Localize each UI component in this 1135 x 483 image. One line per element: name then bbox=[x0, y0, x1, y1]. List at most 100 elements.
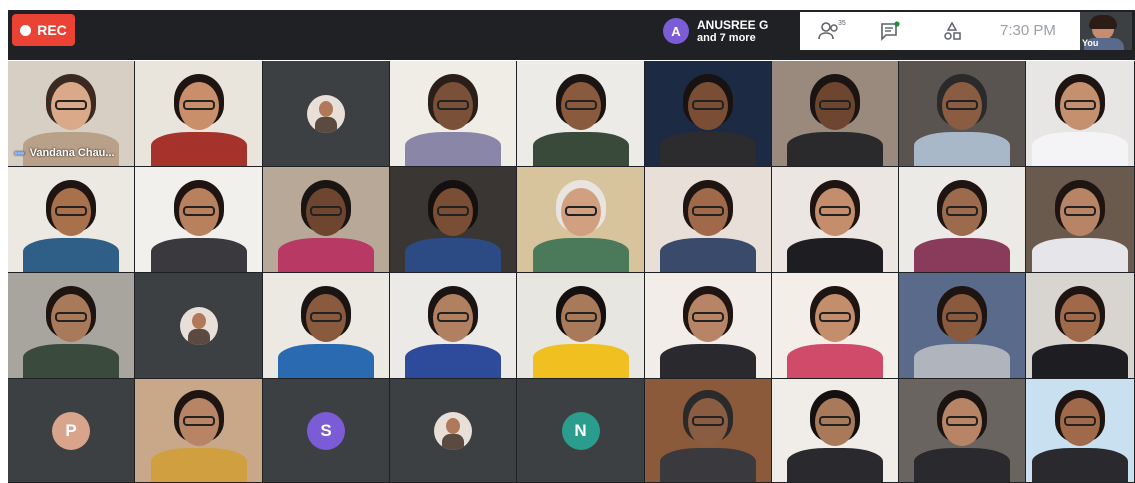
participant-body bbox=[150, 238, 247, 272]
participant-tile[interactable] bbox=[899, 379, 1025, 482]
speaker-more: and 7 more bbox=[697, 31, 756, 44]
participant-body bbox=[787, 448, 883, 482]
glasses-icon bbox=[182, 416, 215, 426]
glasses-icon bbox=[437, 100, 469, 110]
meeting-clock: 7:30 PM bbox=[1000, 22, 1056, 39]
glasses-icon bbox=[692, 100, 724, 110]
participant-tile[interactable] bbox=[135, 379, 262, 482]
recording-label: REC bbox=[37, 22, 67, 38]
recording-indicator[interactable]: REC bbox=[12, 14, 75, 46]
participant-tile[interactable] bbox=[8, 167, 134, 272]
glasses-icon bbox=[946, 206, 978, 216]
participant-body bbox=[787, 132, 883, 166]
self-view-label: You bbox=[1082, 38, 1099, 48]
activities-button[interactable] bbox=[932, 12, 972, 50]
participant-tile[interactable]: ••• Vandana Chau... bbox=[8, 61, 134, 166]
participant-tile[interactable] bbox=[645, 61, 771, 166]
participant-tile[interactable] bbox=[772, 273, 898, 378]
glasses-icon bbox=[55, 312, 87, 322]
participant-body bbox=[23, 238, 119, 272]
participant-tile[interactable] bbox=[772, 61, 898, 166]
participant-tile[interactable] bbox=[899, 61, 1025, 166]
participant-tile[interactable] bbox=[1026, 167, 1134, 272]
people-button[interactable]: 35 bbox=[812, 12, 852, 50]
participant-tile[interactable] bbox=[135, 167, 262, 272]
participant-body bbox=[660, 448, 756, 482]
participant-body bbox=[405, 132, 501, 166]
participant-tile[interactable] bbox=[390, 379, 516, 482]
participant-tile[interactable] bbox=[899, 167, 1025, 272]
people-count: 35 bbox=[838, 20, 846, 27]
participant-initial-avatar: N bbox=[561, 411, 600, 450]
participant-photo-avatar bbox=[179, 306, 218, 345]
participant-tile[interactable] bbox=[517, 61, 644, 166]
participant-tile[interactable] bbox=[1026, 61, 1134, 166]
glasses-icon bbox=[692, 416, 724, 426]
participant-body bbox=[660, 344, 756, 378]
glasses-icon bbox=[692, 312, 724, 322]
participant-tile[interactable] bbox=[772, 379, 898, 482]
participant-tile[interactable] bbox=[263, 273, 389, 378]
participant-body bbox=[787, 238, 883, 272]
participant-body bbox=[23, 344, 119, 378]
participant-photo-avatar bbox=[434, 411, 472, 450]
activities-icon bbox=[944, 21, 961, 40]
glasses-icon bbox=[564, 312, 597, 322]
participant-tile[interactable]: N bbox=[517, 379, 644, 482]
participant-body bbox=[278, 238, 374, 272]
participant-tile[interactable] bbox=[263, 167, 389, 272]
participant-tile[interactable] bbox=[645, 167, 771, 272]
participant-tile[interactable] bbox=[390, 273, 516, 378]
speaker-name: ANUSREE G bbox=[697, 17, 769, 32]
glasses-icon bbox=[692, 206, 724, 216]
participant-body bbox=[150, 448, 247, 482]
glasses-icon bbox=[55, 100, 87, 110]
participant-tile[interactable] bbox=[263, 61, 389, 166]
participant-tile[interactable] bbox=[1026, 273, 1134, 378]
self-view-tile[interactable]: You bbox=[1080, 12, 1132, 50]
participant-body bbox=[278, 344, 374, 378]
participant-tile[interactable] bbox=[645, 273, 771, 378]
participant-initial-avatar: P bbox=[52, 411, 90, 450]
participant-body bbox=[532, 132, 629, 166]
glasses-icon bbox=[564, 100, 597, 110]
participant-tile[interactable] bbox=[517, 273, 644, 378]
glasses-icon bbox=[946, 416, 978, 426]
participant-tile[interactable] bbox=[390, 61, 516, 166]
glasses-icon bbox=[437, 312, 469, 322]
glasses-icon bbox=[564, 206, 597, 216]
glasses-icon bbox=[1064, 100, 1096, 110]
participant-tile[interactable] bbox=[8, 273, 134, 378]
participant-tile[interactable] bbox=[135, 273, 262, 378]
participant-body bbox=[405, 238, 501, 272]
participant-tile[interactable]: P bbox=[8, 379, 134, 482]
participant-body bbox=[787, 344, 883, 378]
participant-tile[interactable]: S bbox=[263, 379, 389, 482]
participant-body bbox=[1032, 344, 1128, 378]
participant-tile[interactable] bbox=[1026, 379, 1134, 482]
participant-grid: ••• Vandana Chau... P S N bbox=[8, 61, 1135, 483]
glasses-icon bbox=[819, 206, 851, 216]
glasses-icon bbox=[310, 312, 342, 322]
glasses-icon bbox=[182, 206, 215, 216]
glasses-icon bbox=[182, 100, 215, 110]
participant-body bbox=[1032, 238, 1128, 272]
participant-tile[interactable] bbox=[517, 167, 644, 272]
participant-body bbox=[660, 238, 756, 272]
participant-tile[interactable] bbox=[899, 273, 1025, 378]
participant-tile[interactable] bbox=[390, 167, 516, 272]
glasses-icon bbox=[437, 206, 469, 216]
participant-body bbox=[914, 448, 1010, 482]
participant-tile[interactable] bbox=[135, 61, 262, 166]
participant-body bbox=[914, 238, 1010, 272]
glasses-icon bbox=[310, 206, 342, 216]
active-speaker-chip[interactable]: A ANUSREE G and 7 more bbox=[655, 12, 797, 50]
chat-icon bbox=[881, 21, 900, 41]
speaker-avatar: A bbox=[663, 18, 689, 44]
participant-name-label: ••• Vandana Chau... bbox=[14, 146, 115, 160]
participant-tile[interactable] bbox=[645, 379, 771, 482]
participant-body bbox=[914, 344, 1010, 378]
participant-body bbox=[405, 344, 501, 378]
chat-button[interactable] bbox=[870, 12, 910, 50]
participant-tile[interactable] bbox=[772, 167, 898, 272]
